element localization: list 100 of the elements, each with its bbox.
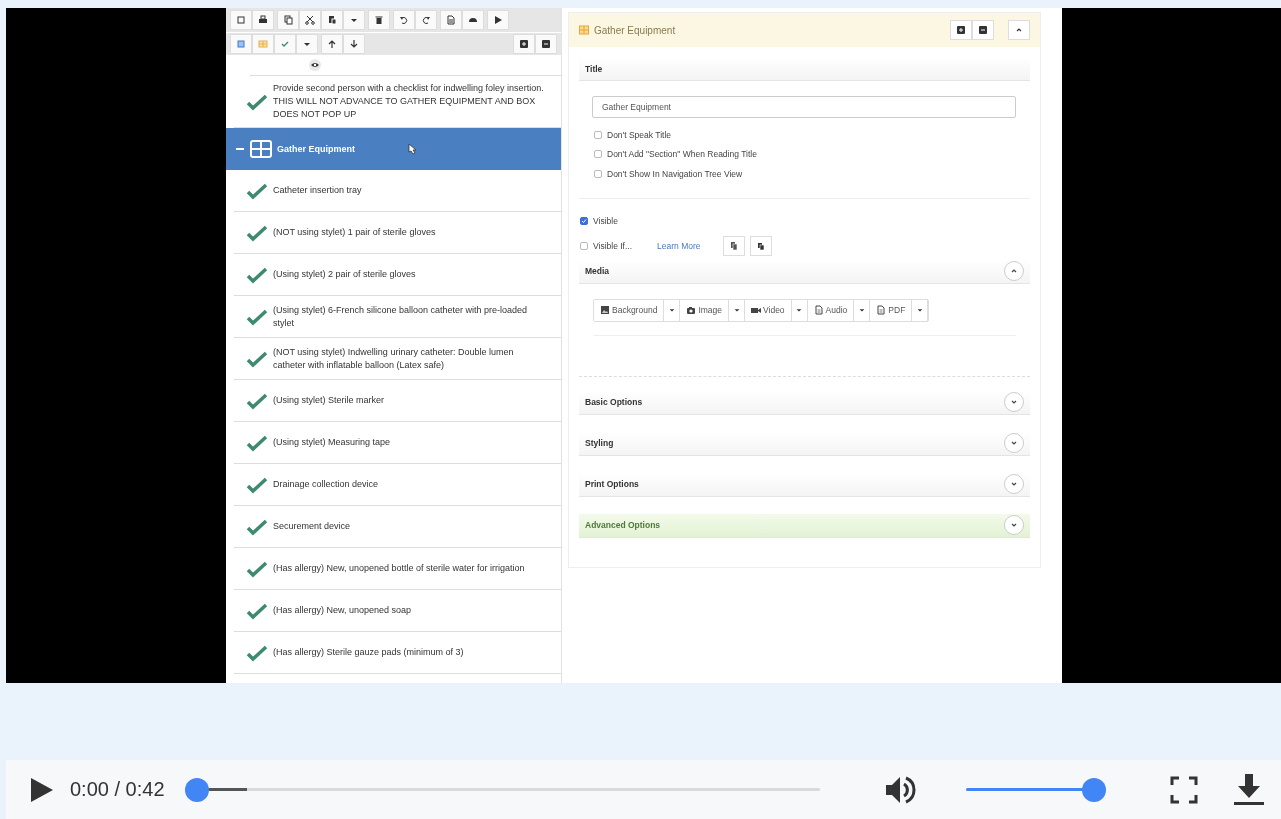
redo-button[interactable] [415,10,437,30]
square-icon [236,15,246,25]
learn-more-link[interactable]: Learn More [657,240,701,251]
checkmark-icon [280,39,290,49]
section-header[interactable]: Advanced Options [579,513,1030,538]
document-icon [876,305,887,315]
toggle-button[interactable] [1004,474,1024,494]
progress-thumb[interactable] [184,778,209,802]
expand-all-button[interactable] [950,20,972,40]
play-icon [493,15,503,25]
caret-icon [915,306,924,314]
tree-item[interactable]: (Using stylet) 2 pair of sterile gloves [234,254,561,296]
scissors-icon [305,15,315,25]
tree-item[interactable]: (Using stylet) 6-French silicone balloon catheter with pre-loaded stylet [234,296,561,338]
time-display: 0:00 / 0:42 [70,778,165,801]
checkbox-label: Don't Speak Title [607,129,671,140]
tree-item[interactable]: (NOT using stylet) 1 pair of sterile gloves [234,212,561,254]
play-icon [28,776,54,803]
undo-button[interactable] [393,10,415,30]
table-icon [258,39,268,49]
add-check-button[interactable] [274,34,296,54]
tree-item[interactable]: Securement device [234,506,561,548]
video-camera-icon [751,305,761,315]
section-header[interactable]: Print Options [579,472,1030,497]
copy-icon [728,240,739,251]
section-header[interactable]: Media [579,259,1030,284]
caret-icon [667,306,676,314]
copy-icon [283,15,293,25]
panel-title: Gather Equipment [594,24,677,36]
move-down-button[interactable] [343,34,365,54]
undo-icon [399,15,409,25]
document-icon [446,15,456,25]
checkbox[interactable] [580,216,588,225]
pointer-cursor-icon [406,143,418,155]
checkbox-label: Visible If... [593,240,633,251]
table-icon [250,140,272,158]
collapse-all-button[interactable] [972,20,994,40]
fullscreen-icon [1169,775,1198,804]
trash-icon [374,15,384,25]
media-button[interactable]: Background [594,299,665,321]
tree-item[interactable]: Catheter insertion tray [234,170,561,212]
paste-icon [755,240,766,251]
eye-icon [309,59,321,71]
tree-item[interactable]: (Using stylet) Measuring tape [234,422,561,464]
play-button[interactable] [487,10,509,30]
copy-button[interactable] [277,10,299,30]
play-button[interactable] [28,776,54,803]
toggle-button[interactable] [1004,261,1024,281]
expand-all-button[interactable] [513,34,535,54]
title-field[interactable]: Gather Equipment [592,96,1016,118]
download-icon [1233,773,1264,806]
document-icon [813,305,824,315]
toggle-button[interactable] [1004,392,1024,412]
paste-button[interactable] [749,235,772,256]
arrow-down-icon [349,39,359,49]
checkbox-label: Don't Show In Navigation Tree View [607,168,743,179]
tree-item[interactable]: (Has allergy) New, unopened bottle of sterile water for irrigation [234,548,561,590]
checkbox-label: Don't Add "Section" When Reading Title [607,149,757,160]
picture-icon [600,305,610,315]
section-header[interactable]: Styling [579,431,1030,456]
table-icon [579,25,589,35]
print-button[interactable] [252,10,274,30]
toggle-button[interactable] [1004,433,1024,453]
volume-thumb[interactable] [1082,778,1107,802]
cut-button[interactable] [299,10,321,30]
tree-item[interactable]: (Using stylet) Sterile marker [234,380,561,422]
toggle-button[interactable] [1004,515,1024,535]
minus-square-icon [541,39,551,49]
caret-icon [795,306,804,314]
section-header[interactable]: Basic Options [579,390,1030,415]
tree-item[interactable]: (Has allergy) New, unopened soap [234,590,561,632]
hat-button[interactable] [462,10,484,30]
checkbox[interactable] [594,150,602,159]
tree-item[interactable]: Drainage collection device [234,464,561,506]
redo-icon [421,15,431,25]
delete-button[interactable] [368,10,390,30]
caret-icon [732,306,741,314]
download-button[interactable] [1233,773,1264,806]
checkbox[interactable] [594,130,602,139]
copy-button[interactable] [722,235,745,256]
move-up-button[interactable] [321,34,343,54]
checkbox[interactable] [594,169,602,178]
paste-icon [327,15,337,25]
fullscreen-button[interactable] [1169,775,1198,804]
hat-icon [468,15,478,25]
caret-icon [857,306,866,314]
plus-square-icon [956,25,966,35]
arrow-up-icon [327,39,337,49]
camera-icon [686,305,697,315]
tree-item[interactable]: Gather Equipment [226,128,561,170]
plus-square-icon [519,39,529,49]
collapse-button[interactable] [1008,20,1030,40]
tree-item[interactable]: (NOT using stylet) Indwelling urinary catheter: Double lumen catheter with inflatable balloon (Latex safe) [234,338,561,380]
paste-button[interactable] [321,10,343,30]
collapse-all-button[interactable] [535,34,557,54]
checkbox[interactable] [580,241,588,250]
checkbox-label: Visible [593,215,618,226]
tree-item[interactable]: (Has allergy) Sterile gauze pads (minimum of 3) [234,632,561,674]
minus-square-icon [978,25,988,35]
printer-icon [258,15,268,25]
